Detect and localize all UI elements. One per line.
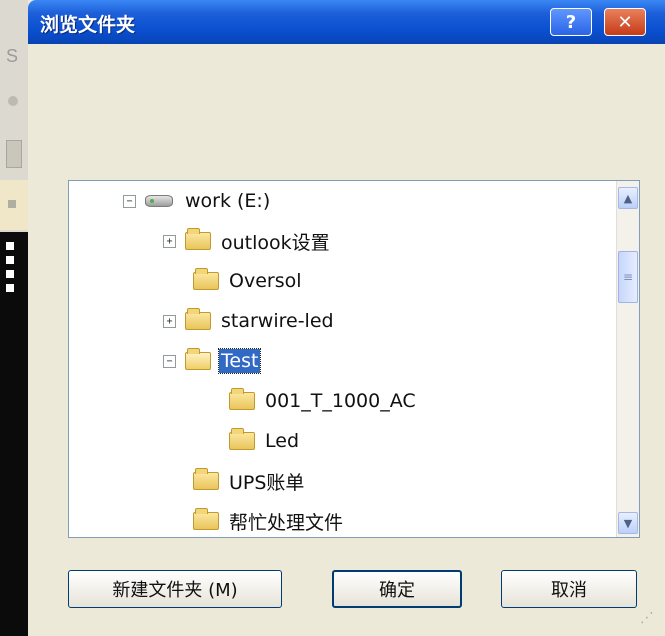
folder-icon [193,268,219,290]
scroll-down-icon[interactable]: ▼ [618,512,638,534]
background-radio-icon [8,96,18,106]
tree-item-folder[interactable]: UPS账单 [193,465,306,497]
background-letter: S [6,46,19,66]
expand-icon[interactable]: + [163,234,176,248]
folder-tree[interactable]: − work (E:) + outlook设置 Oversol + starwi… [68,180,640,538]
browse-folder-dialog: 浏览文件夹 ? ✕ − work (E:) + outlook设置 Overso… [28,0,665,636]
tree-item-label[interactable]: Test [217,348,262,374]
folder-icon [193,508,219,530]
background-dark-panel [0,232,28,636]
tree-item-label[interactable]: 001_T_1000_AC [263,389,418,413]
dialog-title: 浏览文件夹 [40,14,136,36]
help-button[interactable]: ? [550,8,592,36]
folder-icon [193,468,219,490]
folder-icon [185,308,211,330]
tree-item-folder[interactable]: Led [229,425,301,457]
resize-grip-icon[interactable]: ⋰ [640,610,660,630]
tree-item-label[interactable]: Oversol [227,269,304,293]
background-band [0,180,28,230]
vertical-scrollbar[interactable]: ▲ ≡ ▼ [616,181,639,537]
tree-item-label[interactable]: 帮忙处理文件 [227,507,345,536]
folder-icon [185,228,211,250]
tree-item-folder[interactable]: 帮忙处理文件 [193,505,345,537]
title-bar[interactable]: 浏览文件夹 ? ✕ [28,0,665,44]
tree-item-folder[interactable]: + starwire-led [163,305,336,337]
collapse-icon[interactable]: − [123,194,136,208]
drive-icon [145,195,173,207]
ok-button[interactable]: 确定 [332,570,462,608]
background-box [6,140,22,168]
cancel-button[interactable]: 取消 [501,570,637,608]
scroll-up-icon[interactable]: ▲ [618,187,638,209]
expand-icon[interactable]: + [163,314,176,328]
tree-item-folder[interactable]: Oversol [193,265,304,297]
tree-item-label[interactable]: UPS账单 [227,467,306,496]
collapse-icon[interactable]: − [163,354,176,368]
folder-icon [229,428,255,450]
new-folder-button[interactable]: 新建文件夹 (M) [68,570,282,608]
tree-item-folder[interactable]: 001_T_1000_AC [229,385,418,417]
scroll-thumb[interactable]: ≡ [618,251,638,303]
tree-item-folder[interactable]: + outlook设置 [163,225,332,257]
background-app-strip: S [0,0,28,636]
close-button[interactable]: ✕ [604,8,646,36]
tree-item-label[interactable]: work (E:) [183,189,272,213]
grip-icon: ≡ [622,270,634,284]
tree-item-drive[interactable]: − work (E:) [123,185,272,217]
tree-item-label[interactable]: starwire-led [219,309,336,333]
folder-open-icon [185,348,211,370]
tree-item-label[interactable]: outlook设置 [219,227,332,256]
tree-item-label[interactable]: Led [263,429,301,453]
folder-icon [229,388,255,410]
tree-item-folder-selected[interactable]: − Test [163,345,262,377]
